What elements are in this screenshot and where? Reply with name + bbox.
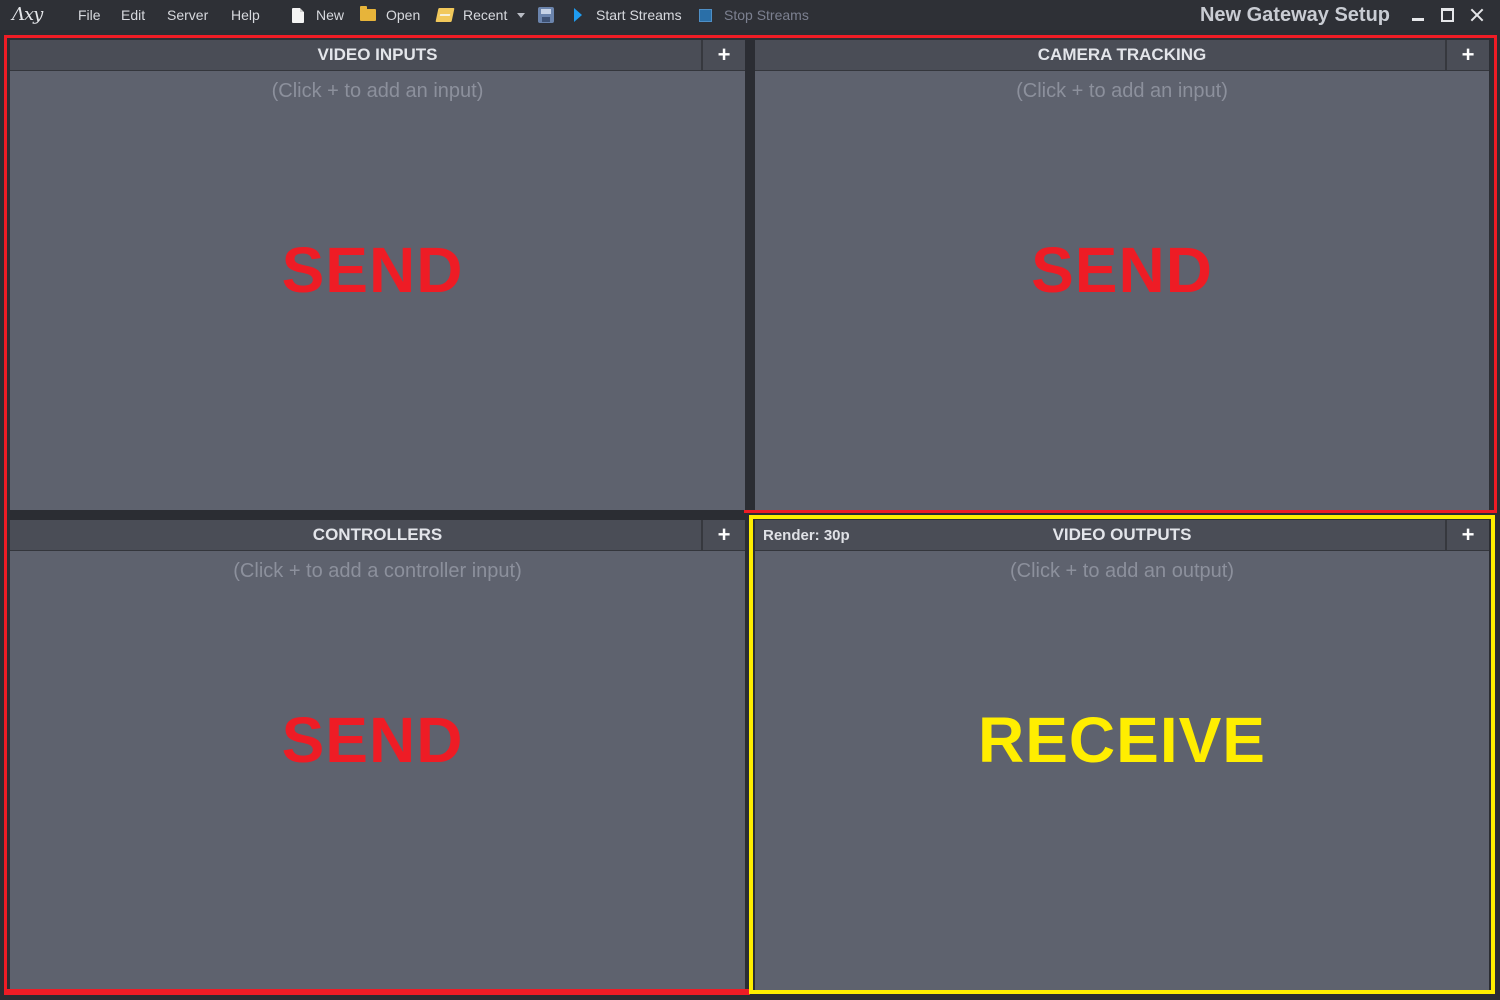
- open-button[interactable]: Open: [360, 0, 420, 30]
- send-region-mid-line: [744, 510, 1497, 513]
- app-logo: Λxy: [12, 4, 43, 25]
- menu-server[interactable]: Server: [167, 0, 208, 30]
- app-window: Λxy File Edit Server Help New Open Recen…: [0, 0, 1500, 1000]
- new-document-icon: [292, 7, 304, 23]
- video-inputs-hint: (Click + to add an input): [271, 80, 484, 102]
- controllers-header: CONTROLLERS +: [10, 520, 745, 551]
- video-outputs-receive-label: RECEIVE: [978, 704, 1266, 776]
- save-icon: [538, 7, 554, 23]
- add-video-output-button[interactable]: +: [1445, 520, 1489, 550]
- new-button-label: New: [316, 7, 345, 23]
- start-streams-label: Start Streams: [596, 7, 682, 23]
- controllers-panel: CONTROLLERS + (Click + to add a controll…: [10, 520, 745, 990]
- video-inputs-panel: VIDEO INPUTS + (Click + to add an input)…: [10, 40, 745, 510]
- menu-help[interactable]: Help: [231, 0, 260, 30]
- recent-button[interactable]: Recent: [435, 0, 526, 30]
- recent-files-icon: [435, 8, 455, 22]
- title-bar: Λxy File Edit Server Help New Open Recen…: [0, 0, 1500, 30]
- open-button-label: Open: [386, 7, 421, 23]
- new-button[interactable]: New: [292, 0, 344, 30]
- recent-button-label: Recent: [463, 7, 508, 23]
- controllers-title: CONTROLLERS: [312, 525, 443, 544]
- video-inputs-header: VIDEO INPUTS +: [10, 40, 745, 71]
- play-icon: [574, 8, 582, 22]
- camera-tracking-send-label: SEND: [1031, 234, 1213, 306]
- add-controller-button[interactable]: +: [701, 520, 745, 550]
- video-inputs-title: VIDEO INPUTS: [317, 45, 438, 64]
- window-title: New Gateway Setup: [1199, 4, 1390, 26]
- controllers-send-label: SEND: [281, 704, 464, 776]
- video-outputs-hint: (Click + to add an output): [1009, 560, 1234, 582]
- camera-tracking-header: CAMERA TRACKING +: [755, 40, 1489, 71]
- menu-file[interactable]: File: [78, 0, 101, 30]
- video-outputs-title: VIDEO OUTPUTS: [1052, 525, 1192, 544]
- add-camera-tracking-button[interactable]: +: [1445, 40, 1489, 70]
- close-icon[interactable]: [1467, 5, 1487, 25]
- video-inputs-send-label: SEND: [281, 234, 464, 306]
- start-streams-button[interactable]: Start Streams: [574, 0, 682, 30]
- video-outputs-panel: Render: 30p VIDEO OUTPUTS + (Click + to …: [755, 520, 1489, 990]
- stop-icon: [699, 8, 712, 22]
- minimize-icon[interactable]: [1408, 5, 1428, 25]
- save-button[interactable]: [538, 0, 554, 30]
- camera-tracking-hint: (Click + to add an input): [1016, 80, 1228, 102]
- video-outputs-header: Render: 30p VIDEO OUTPUTS +: [755, 520, 1489, 551]
- chevron-down-icon[interactable]: [517, 12, 526, 18]
- add-video-input-button[interactable]: +: [701, 40, 745, 70]
- camera-tracking-panel: CAMERA TRACKING + (Click + to add an inp…: [755, 40, 1489, 510]
- camera-tracking-title: CAMERA TRACKING: [1037, 45, 1207, 64]
- controllers-hint: (Click + to add a controller input): [233, 560, 522, 582]
- menu-edit[interactable]: Edit: [121, 0, 145, 30]
- maximize-icon[interactable]: [1437, 5, 1457, 25]
- folder-icon: [360, 6, 376, 21]
- stop-streams-label: Stop Streams: [724, 7, 809, 23]
- stop-streams-button[interactable]: Stop Streams: [699, 0, 809, 30]
